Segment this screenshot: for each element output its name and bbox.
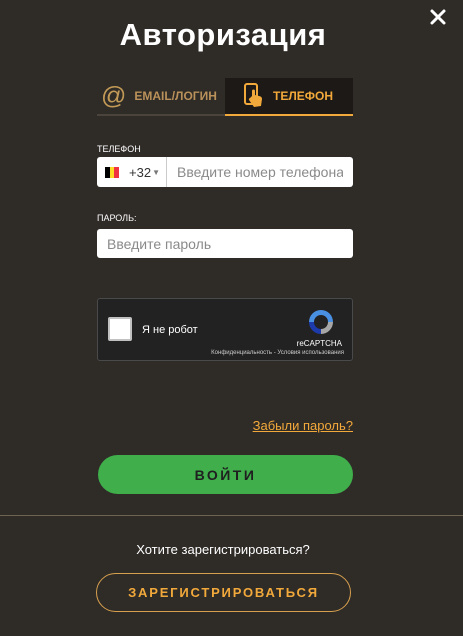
recaptcha-links: Конфиденциальность - Условия использован… — [211, 350, 344, 356]
password-label: ПАРОЛЬ: — [97, 213, 137, 223]
phone-field-group: +32 ▼ — [97, 157, 353, 187]
recaptcha-widget: Я не робот reCAPTCHA Конфиденциальность … — [97, 298, 353, 361]
tab-email-login[interactable]: @ EMAIL/ЛОГИН — [97, 78, 225, 116]
phone-tap-icon — [244, 83, 262, 107]
recaptcha-brand: reCAPTCHA — [296, 339, 342, 348]
divider — [0, 515, 463, 516]
forgot-password-link[interactable]: Забыли пароль? — [253, 418, 353, 433]
phone-input[interactable] — [167, 157, 353, 187]
recaptcha-logo-icon — [309, 310, 333, 334]
register-prompt: Хотите зарегистрироваться? — [136, 542, 310, 557]
tab-email-label: EMAIL/ЛОГИН — [134, 89, 217, 103]
country-code-select[interactable]: +32 ▼ — [97, 157, 167, 187]
register-button[interactable]: ЗАРЕГИСТРИРОВАТЬСЯ — [96, 573, 351, 612]
modal-title: Авторизация — [119, 17, 327, 52]
country-code-value: +32 — [129, 164, 152, 180]
password-input[interactable] — [97, 229, 353, 258]
recaptcha-privacy-link[interactable]: Конфиденциальность — [211, 350, 272, 356]
tab-phone-label: ТЕЛЕФОН — [273, 89, 333, 103]
chevron-down-icon: ▼ — [152, 167, 160, 177]
recaptcha-terms-link[interactable]: Условия использования — [277, 350, 344, 356]
belgium-flag-icon — [105, 166, 120, 178]
at-sign-icon: @ — [101, 81, 127, 110]
auth-tabs: @ EMAIL/ЛОГИН ТЕЛЕФОН — [97, 78, 353, 118]
recaptcha-label: Я не робот — [142, 324, 198, 336]
recaptcha-checkbox[interactable] — [108, 317, 132, 341]
tab-phone[interactable]: ТЕЛЕФОН — [225, 78, 353, 116]
phone-label: ТЕЛЕФОН — [97, 144, 141, 154]
login-button[interactable]: ВОЙТИ — [98, 455, 353, 494]
